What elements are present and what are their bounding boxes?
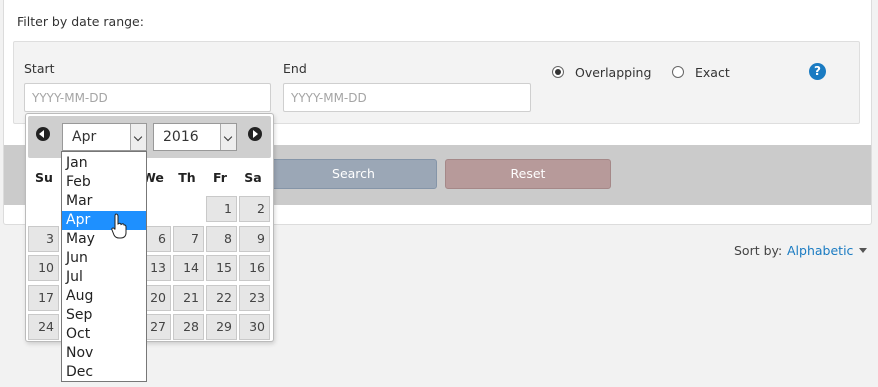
start-date-input[interactable] xyxy=(24,83,271,112)
month-dropdown-list: Jan Feb Mar Apr May Jun Jul Aug Sep Oct … xyxy=(61,151,147,382)
filter-title: Filter by date range: xyxy=(17,14,144,29)
weekday-su: Su xyxy=(35,170,53,185)
sort-label: Sort by: xyxy=(734,243,783,258)
day-cell[interactable]: 14 xyxy=(173,255,204,281)
day-cell[interactable]: 2 xyxy=(239,196,270,222)
month-option[interactable]: May xyxy=(62,230,146,249)
day-cell[interactable]: 24 xyxy=(28,314,59,340)
day-cell[interactable]: 17 xyxy=(28,285,59,311)
overlapping-label[interactable]: Overlapping xyxy=(575,65,651,80)
exact-label[interactable]: Exact xyxy=(695,65,730,80)
day-cell[interactable]: 28 xyxy=(173,314,204,340)
reset-button[interactable]: Reset xyxy=(445,159,611,189)
weekday-fr: Fr xyxy=(213,170,227,185)
caret-down-icon[interactable] xyxy=(859,248,867,253)
day-cell[interactable]: 23 xyxy=(239,285,270,311)
day-cell[interactable]: 21 xyxy=(173,285,204,311)
day-cell[interactable]: 16 xyxy=(239,255,270,281)
day-cell[interactable]: 22 xyxy=(206,285,237,311)
exact-radio[interactable] xyxy=(672,66,684,78)
chevron-left-icon[interactable] xyxy=(36,127,50,141)
end-label: End xyxy=(283,61,307,76)
month-option[interactable]: Oct xyxy=(62,325,146,344)
search-button[interactable]: Search xyxy=(270,159,437,189)
month-select-value: Apr xyxy=(72,129,97,145)
day-cell[interactable]: 30 xyxy=(239,314,270,340)
month-option[interactable]: Nov xyxy=(62,344,146,363)
sort-dropdown[interactable]: Alphabetic xyxy=(787,243,853,258)
chevron-right-icon[interactable] xyxy=(248,127,262,141)
end-date-input[interactable] xyxy=(283,83,531,112)
help-icon[interactable]: ? xyxy=(809,63,826,80)
day-cell[interactable]: 9 xyxy=(239,226,270,252)
day-cell[interactable]: 8 xyxy=(206,226,237,252)
day-cell[interactable]: 3 xyxy=(28,226,59,252)
month-option[interactable]: Feb xyxy=(62,173,146,192)
weekday-sa: Sa xyxy=(244,170,262,185)
year-select[interactable]: 2016 xyxy=(153,123,237,151)
day-cell[interactable]: 10 xyxy=(28,255,59,281)
overlapping-radio[interactable] xyxy=(552,66,564,78)
day-cell[interactable]: 15 xyxy=(206,255,237,281)
month-option[interactable]: Jun xyxy=(62,249,146,268)
day-cell[interactable]: 1 xyxy=(206,196,237,222)
start-label: Start xyxy=(24,61,55,76)
month-select[interactable]: Apr xyxy=(62,123,147,151)
month-option-highlighted[interactable]: Apr xyxy=(62,211,146,230)
weekday-th: Th xyxy=(178,170,196,185)
day-cell[interactable]: 29 xyxy=(206,314,237,340)
year-select-value: 2016 xyxy=(163,129,199,145)
month-option[interactable]: Mar xyxy=(62,192,146,211)
chevron-down-icon xyxy=(130,124,146,150)
month-option[interactable]: Jul xyxy=(62,268,146,287)
month-option[interactable]: Sep xyxy=(62,306,146,325)
month-option[interactable]: Jan xyxy=(62,154,146,173)
hand-pointer-icon xyxy=(111,213,127,239)
day-cell[interactable]: 7 xyxy=(173,226,204,252)
month-option[interactable]: Aug xyxy=(62,287,146,306)
chevron-down-icon xyxy=(220,124,236,150)
month-option[interactable]: Dec xyxy=(62,363,146,382)
